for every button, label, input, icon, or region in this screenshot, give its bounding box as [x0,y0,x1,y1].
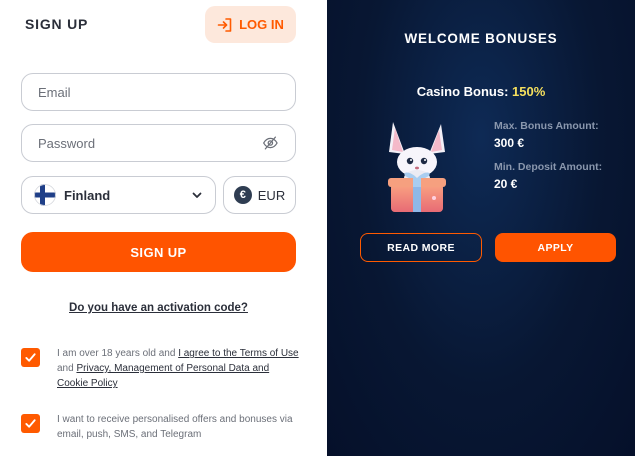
max-bonus-label: Max. Bonus Amount: [494,120,599,132]
min-deposit-label: Min. Deposit Amount: [494,161,603,173]
terms-of-use-link[interactable]: I agree to the Terms of Use [178,348,298,359]
age-consent-checkbox[interactable] [21,348,40,367]
login-arrow-icon [217,17,232,32]
privacy-policy-link[interactable]: Privacy, Management of Personal Data and… [57,363,269,389]
casino-bonus-percent: 150% [512,84,546,99]
fox-gift-mascot [388,122,446,212]
login-button[interactable]: LOG IN [205,6,296,43]
casino-bonus-label: Casino Bonus: [416,84,509,99]
email-input[interactable] [38,84,279,100]
marketing-consent-text: I want to receive personalised offers an… [57,414,293,440]
age-consent-prefix: I am over 18 years old and [57,348,179,359]
age-consent-row: I am over 18 years old and I agree to th… [21,346,301,391]
eye-off-icon[interactable] [262,134,279,152]
check-icon [25,353,36,362]
password-input[interactable] [38,135,263,151]
check-icon [25,419,36,428]
age-consent-text: I am over 18 years old and I agree to th… [57,346,301,391]
signup-panel: SIGN UP LOG IN Finland € [0,0,327,456]
country-value: Finland [64,187,111,203]
password-field[interactable] [21,124,296,162]
marketing-consent-checkbox[interactable] [21,414,40,433]
chevron-down-icon [192,192,202,198]
signup-button[interactable]: SIGN UP [21,232,296,272]
euro-icon: € [233,186,252,204]
casino-bonus-heading: Casino Bonus: 150% [327,84,635,99]
country-select[interactable]: Finland [21,176,216,214]
read-more-button[interactable]: READ MORE [360,233,482,262]
finland-flag-icon [34,184,56,206]
welcome-bonus-panel: WELCOME BONUSES Casino Bonus: 150% Max. … [327,0,635,456]
welcome-bonuses-title: WELCOME BONUSES [404,31,558,46]
min-deposit-value: 20 € [494,177,518,191]
email-field[interactable] [21,73,296,111]
marketing-consent-row: I want to receive personalised offers an… [21,412,301,442]
age-consent-middle: and [57,363,77,374]
signup-title: SIGN UP [25,16,89,32]
currency-select[interactable]: € EUR [223,176,296,214]
login-label: LOG IN [239,17,284,32]
activation-code-link[interactable]: Do you have an activation code? [0,302,317,314]
max-bonus-value: 300 € [494,136,525,150]
apply-button[interactable]: APPLY [495,233,616,262]
currency-value: EUR [257,187,286,203]
